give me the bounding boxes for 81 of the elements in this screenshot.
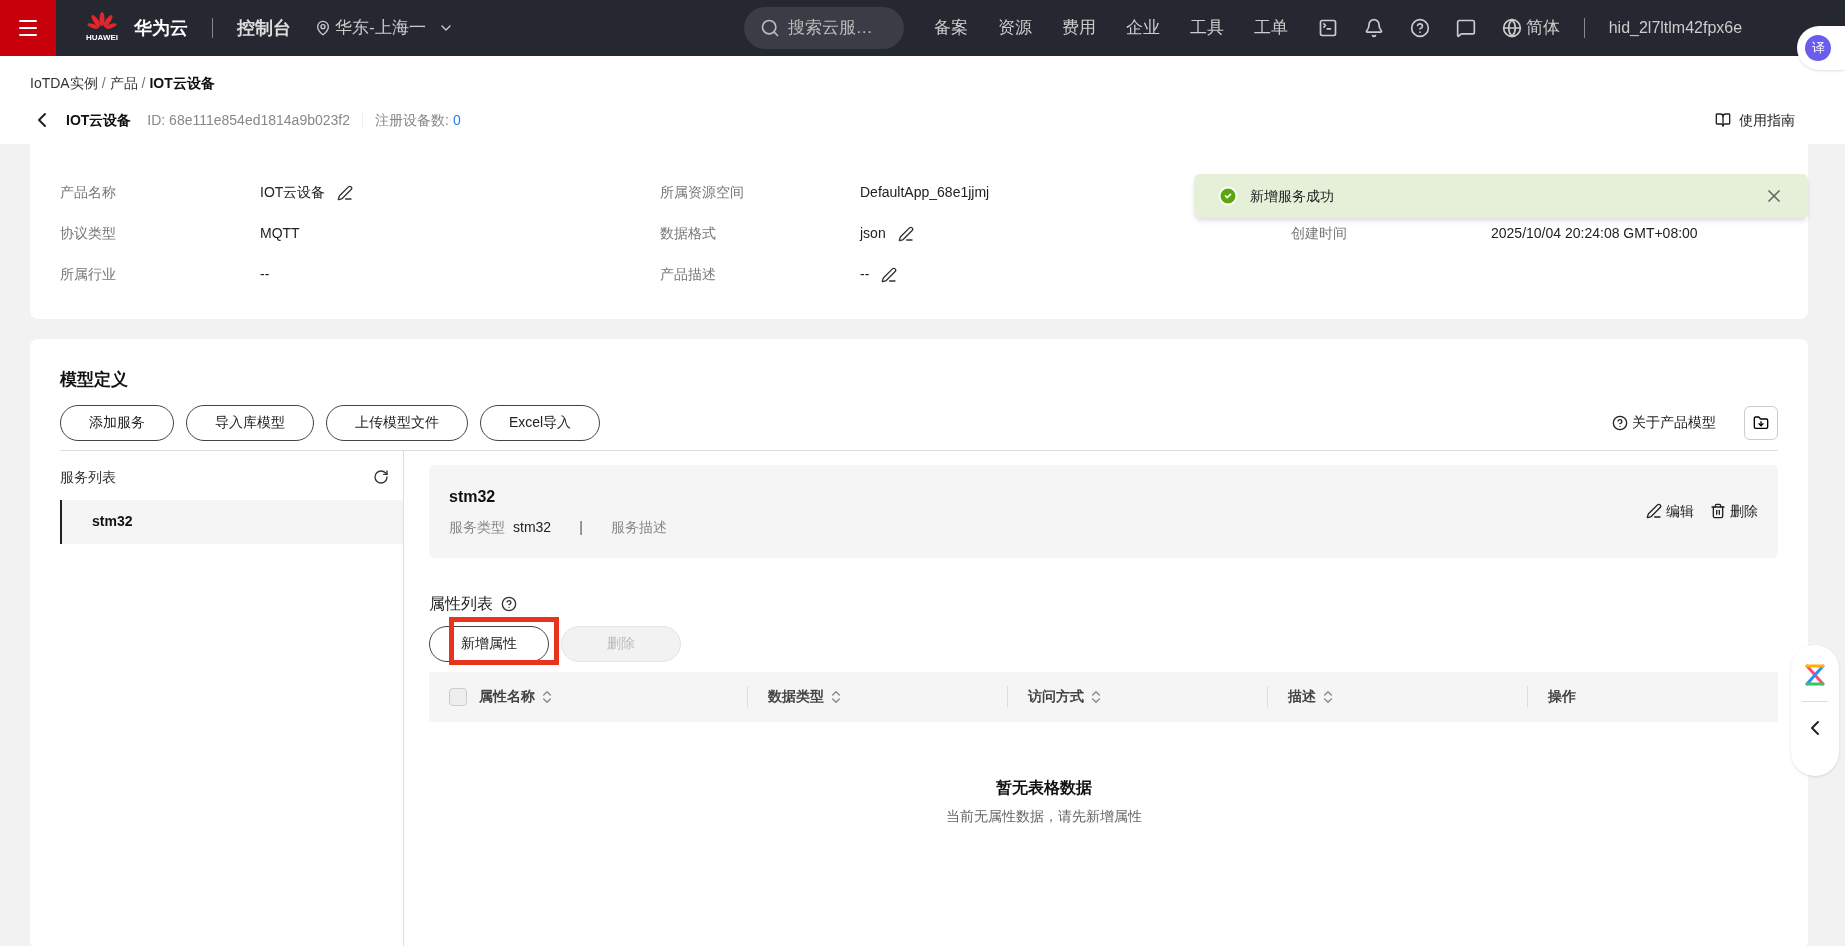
nav-link[interactable]: 资源 [997,15,1032,41]
product-title: IOT云设备 [66,110,132,130]
field-label: 所属资源空间 [660,183,745,202]
nav-link[interactable]: 费用 [1061,15,1096,41]
select-all-checkbox[interactable] [449,687,467,706]
brand-name[interactable]: 华为云 [134,14,188,42]
field-label: 所属行业 [60,265,117,284]
field-value: IOT云设备 [260,183,326,202]
pencil-icon [1646,503,1662,519]
separator: | [579,517,583,537]
delete-button[interactable]: 删除 [1710,500,1758,522]
field-value: json [860,224,886,243]
field-label: 创建时间 [1291,224,1348,243]
search-icon [759,18,780,38]
help-icon[interactable] [501,595,517,612]
field-value: -- [260,265,270,284]
nav-link[interactable]: 企业 [1125,15,1160,41]
search-field[interactable]: 搜索云服… [743,7,904,49]
edit-icon[interactable] [337,185,354,201]
console-link[interactable]: 控制台 [237,14,291,42]
trash-icon [1710,503,1726,519]
field-label: 协议类型 [60,224,117,243]
nav-link[interactable]: 工具 [1189,15,1224,41]
assistant-logo-icon[interactable] [1803,663,1827,687]
nav-link[interactable]: 工单 [1253,15,1288,41]
field-value: -- [860,265,870,284]
column-header[interactable]: 描述 [1288,686,1316,707]
edit-icon[interactable] [881,267,898,283]
field-value: DefaultApp_68e1jjmj [860,183,990,202]
breadcrumb-item: IOT云设备 [149,74,215,93]
device-count[interactable]: 0 [452,109,461,131]
language-selector[interactable]: 简体 [1501,15,1560,41]
toast-message: 新增服务成功 [1250,186,1334,206]
folder-download-icon [1753,414,1769,431]
field-label: 数据格式 [660,224,717,243]
nav-link[interactable]: 备案 [933,15,968,41]
service-name: stm32 [449,486,497,507]
folder-button[interactable] [1744,405,1778,440]
user-name[interactable]: hid_2l7ltlm42fpx6e [1608,16,1743,40]
region-selector[interactable]: 华东-上海一 [315,15,454,41]
product-id: ID: 68e111e854ed1814a9b023f2 [147,110,350,130]
translate-badge: 译 [1805,35,1831,61]
column-header: 操作 [1548,687,1576,706]
service-desc-label: 服务描述 [610,517,667,537]
empty-title: 暂无表格数据 [995,777,1092,798]
bell-icon[interactable] [1363,18,1384,38]
service-item[interactable]: stm32 [60,499,403,544]
edit-button[interactable]: 编辑 [1646,500,1694,522]
edit-icon[interactable] [897,226,914,242]
logo-icon [86,12,118,32]
device-count-label: 注册设备数: [375,110,449,130]
column-header[interactable]: 数据类型 [768,686,824,707]
breadcrumb-separator: / [101,74,106,93]
about-link[interactable]: 关于产品模型 [1612,412,1716,433]
column-header[interactable]: 属性名称 [479,686,535,707]
breadcrumb-item[interactable]: IoTDA实例 [30,73,98,94]
breadcrumb-separator: / [141,74,146,93]
service-type: stm32 [513,517,552,537]
location-pin-icon [315,20,331,36]
help-icon [1612,414,1628,431]
refresh-icon[interactable] [373,469,389,485]
feedback-icon[interactable] [1455,18,1476,38]
property-list-title: 属性列表 [429,593,493,614]
success-icon [1218,186,1238,206]
book-icon [1715,112,1731,128]
terminal-icon[interactable] [1317,18,1338,38]
column-header[interactable]: 访问方式 [1028,686,1084,707]
empty-hint: 当前无属性数据，请先新增属性 [945,806,1142,826]
guide-link[interactable]: 使用指南 [1715,109,1795,131]
translate-button[interactable]: 译 [1797,26,1845,70]
field-value: MQTT [260,224,300,243]
brand-mark: HUAWEI [86,32,118,44]
field-label: 产品描述 [660,265,717,284]
field-value: 2025/10/04 20:24:08 GMT+08:00 [1491,224,1698,243]
list-title: 服务列表 [60,467,116,487]
service-type-label: 服务类型 [449,517,505,537]
breadcrumb-item[interactable]: 产品 [109,73,138,94]
section-title: 模型定义 [60,369,129,391]
menu-button[interactable] [0,0,56,56]
field-label: 产品名称 [60,183,117,202]
globe-icon [1501,18,1522,38]
